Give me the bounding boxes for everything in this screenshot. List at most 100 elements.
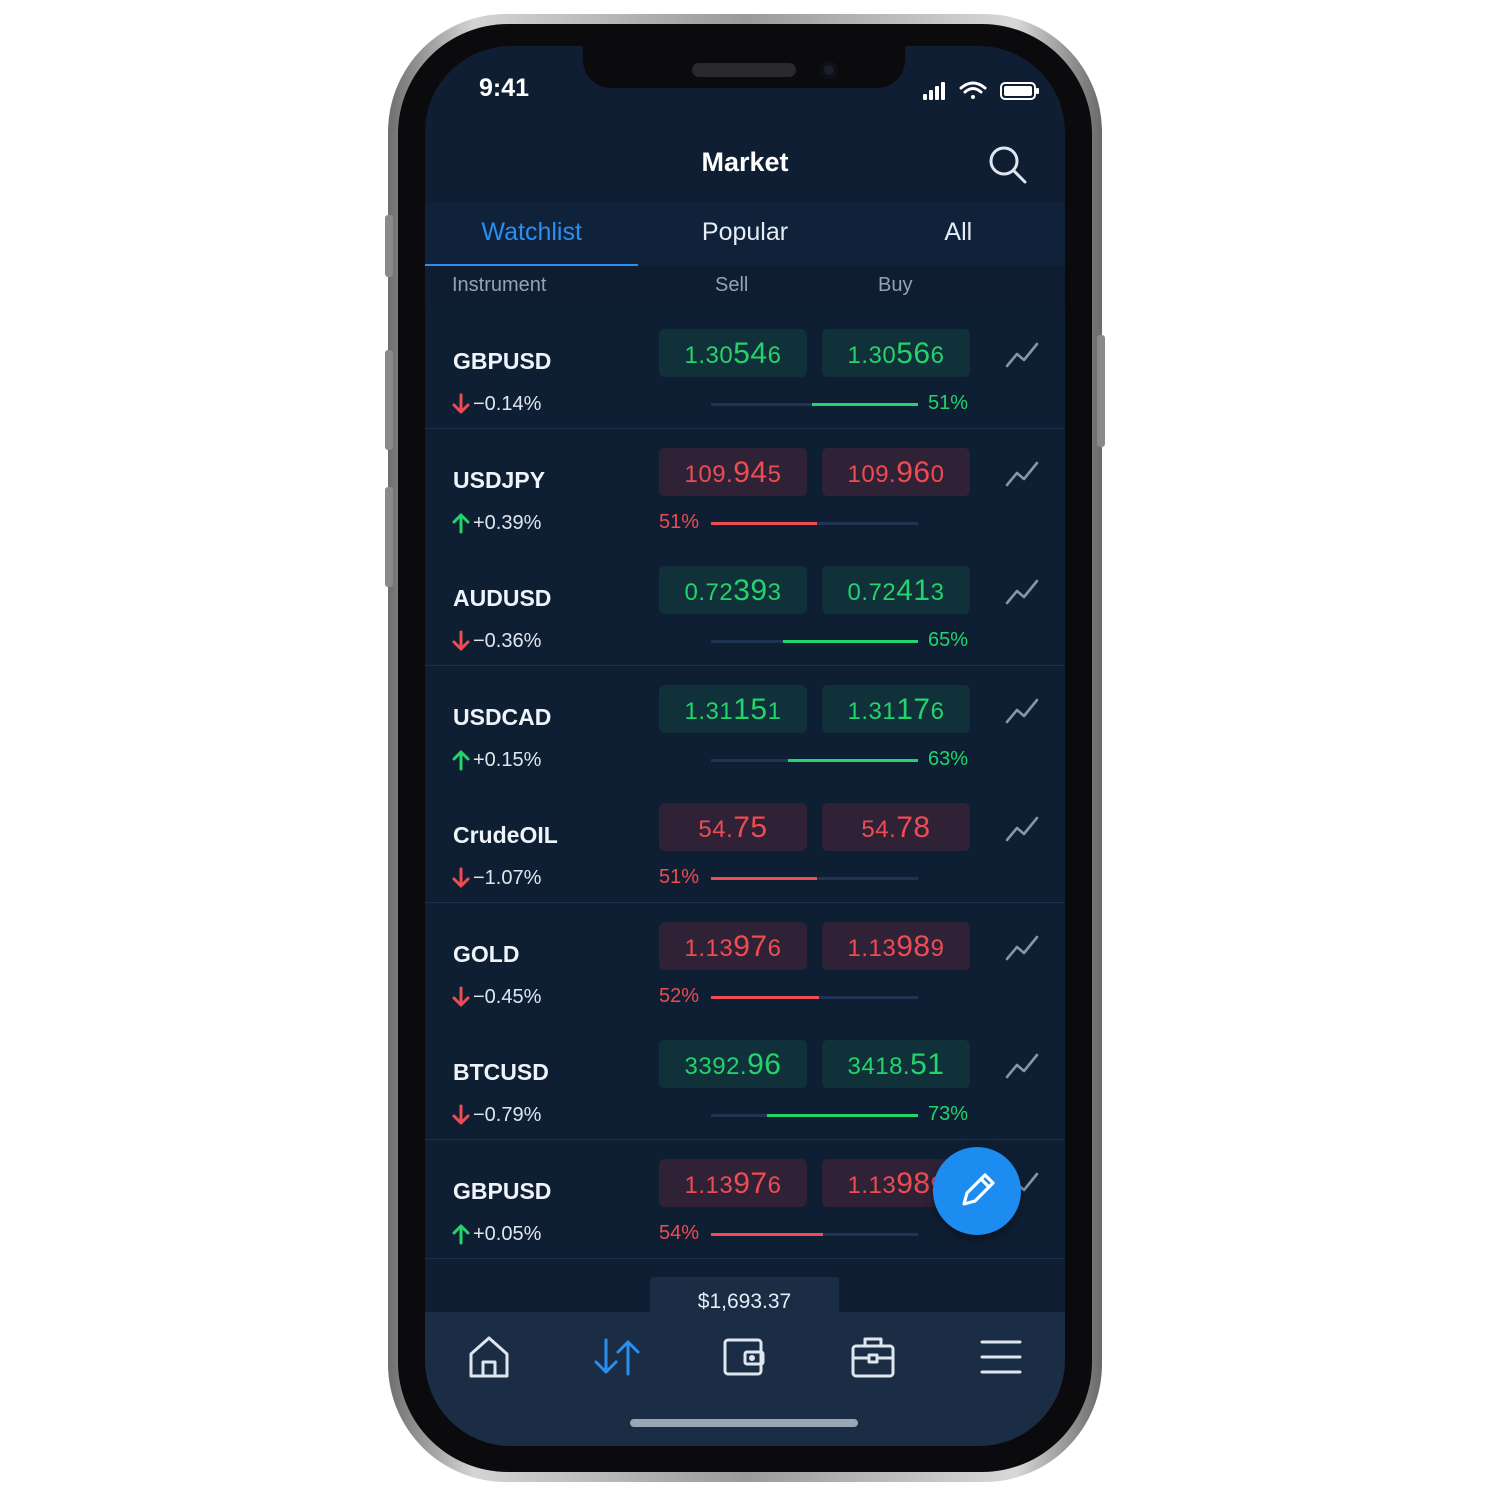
tab-watchlist[interactable]: Watchlist — [425, 202, 639, 267]
home-icon[interactable] — [465, 1334, 513, 1380]
sell-price-button[interactable]: 1.31151 — [659, 684, 807, 733]
sell-price-button[interactable]: 3392.96 — [659, 1040, 807, 1088]
sell-price-button[interactable]: 1.30546 — [659, 329, 807, 377]
tab-all[interactable]: All — [852, 202, 1065, 266]
account-balance[interactable]: $1,693.37 — [650, 1277, 839, 1317]
home-indicator[interactable] — [630, 1419, 858, 1427]
search-icon[interactable] — [987, 144, 1029, 186]
instrument-row[interactable]: USDJPY +0.39% 109.945 109.960 51% — [425, 428, 1065, 548]
percent-change: −0.79% — [473, 1104, 542, 1126]
sell-price-prefix: 1.13 — [684, 934, 734, 962]
menu-icon[interactable] — [977, 1334, 1025, 1380]
sell-price-prefix: 109. — [684, 460, 734, 488]
sell-price-fraction: 6 — [767, 1171, 782, 1199]
tab-bar: Watchlist Popular All — [425, 202, 1065, 267]
chart-icon[interactable] — [1005, 340, 1039, 370]
sell-price-fraction: 6 — [767, 934, 782, 962]
status-icons — [923, 81, 1039, 100]
sentiment-bar — [711, 1114, 918, 1117]
portfolio-briefcase-icon[interactable] — [849, 1334, 897, 1380]
sentiment-percent: 51% — [659, 866, 700, 888]
buy-price-pips: 17 — [896, 692, 931, 726]
volume-down-button — [385, 487, 393, 587]
sell-price-pips: 54 — [733, 337, 768, 370]
sell-price-pips: 97 — [733, 929, 768, 963]
buy-price-prefix: 1.13 — [847, 1171, 897, 1199]
sell-price-button[interactable]: 0.72393 — [659, 566, 807, 614]
arrow-down-icon — [452, 1104, 470, 1125]
app-screen: 9:41 Market Watchlist Popular All Instru… — [425, 46, 1065, 1446]
speaker — [692, 63, 796, 77]
chart-icon[interactable] — [1005, 459, 1039, 489]
chart-icon[interactable] — [1005, 1051, 1039, 1081]
sell-price-prefix: 0.72 — [684, 579, 734, 606]
sell-price-button[interactable]: 54.75 — [659, 803, 807, 851]
instrument-row[interactable]: CrudeOIL −1.07% 54.75 54.78 51% — [425, 784, 1065, 903]
buy-price-button[interactable]: 109.960 — [822, 447, 970, 496]
buy-price-button[interactable]: 3418.51 — [822, 1040, 970, 1088]
sell-price-pips: 97 — [733, 1166, 768, 1200]
sell-price-button[interactable]: 1.13976 — [659, 1158, 807, 1207]
buy-price-button[interactable]: 1.30566 — [822, 329, 970, 377]
chart-icon[interactable] — [1005, 577, 1039, 607]
buy-price-fraction: 0 — [930, 460, 945, 488]
instrument-name: GOLD — [453, 940, 520, 967]
sentiment-bar-fill — [711, 1232, 823, 1236]
signal-icon — [923, 82, 945, 100]
sentiment-percent: 63% — [928, 747, 969, 770]
buy-price-button[interactable]: 0.72413 — [822, 566, 970, 614]
buy-price-prefix: 3418. — [847, 1053, 911, 1080]
sentiment-percent: 52% — [659, 984, 700, 1007]
buy-price-button[interactable]: 1.31176 — [822, 684, 970, 733]
battery-icon — [1000, 82, 1039, 100]
sentiment-bar — [711, 1232, 918, 1236]
sentiment-percent: 51% — [928, 392, 969, 414]
buy-price-pips: 98 — [896, 929, 931, 963]
trade-arrows-icon[interactable] — [592, 1334, 640, 1380]
sentiment-bar-fill — [711, 995, 819, 999]
sentiment-bar-fill — [788, 758, 918, 762]
sell-price-pips: 94 — [733, 455, 768, 489]
arrow-up-icon — [452, 750, 470, 770]
instrument-row[interactable]: GBPUSD −0.14% 1.30546 1.30566 51% — [425, 310, 1065, 429]
buy-price-prefix: 109. — [847, 460, 897, 488]
instrument-row[interactable]: BTCUSD −0.79% 3392.96 3418.51 73% — [425, 1021, 1065, 1140]
sell-price-fraction: 6 — [767, 342, 782, 369]
buy-price-pips: 96 — [896, 455, 931, 489]
front-camera — [820, 61, 838, 79]
buy-price-button[interactable]: 1.13989 — [822, 921, 970, 970]
sell-price-fraction: 1 — [767, 697, 782, 725]
status-time: 9:41 — [479, 74, 530, 102]
sell-price-button[interactable]: 109.945 — [659, 447, 807, 496]
sell-price-prefix: 3392. — [684, 1053, 748, 1080]
sentiment-percent: 54% — [659, 1221, 700, 1244]
instrument-row[interactable]: GOLD −0.45% 1.13976 1.13989 52% — [425, 902, 1065, 1022]
instrument-row[interactable]: USDCAD +0.15% 1.31151 1.31176 63% — [425, 665, 1065, 785]
tab-popular[interactable]: Popular — [638, 202, 851, 266]
sentiment-bar — [711, 521, 918, 525]
sell-price-pips: 75 — [733, 811, 768, 844]
sentiment-bar-fill — [812, 403, 918, 406]
chart-icon[interactable] — [1005, 933, 1039, 963]
arrow-up-icon — [452, 1224, 470, 1244]
sentiment-bar — [711, 640, 918, 643]
buy-price-pips: 41 — [896, 574, 931, 607]
instrument-name: AUDUSD — [453, 585, 552, 611]
sell-price-button[interactable]: 1.13976 — [659, 921, 807, 970]
buy-price-button[interactable]: 54.78 — [822, 803, 970, 851]
sell-price-pips: 96 — [747, 1048, 782, 1081]
sentiment-bar — [711, 758, 918, 762]
instrument-row[interactable]: AUDUSD −0.36% 0.72393 0.72413 65% — [425, 547, 1065, 666]
wallet-icon[interactable] — [721, 1334, 769, 1380]
instrument-name: GBPUSD — [453, 1177, 552, 1204]
sell-price-fraction: 3 — [767, 579, 782, 606]
edit-watchlist-button[interactable] — [933, 1147, 1021, 1235]
sell-price-prefix: 1.13 — [684, 1171, 734, 1199]
chart-icon[interactable] — [1005, 814, 1039, 844]
buy-price-pips: 56 — [896, 337, 931, 370]
instrument-name: USDJPY — [453, 466, 546, 493]
sentiment-percent: 51% — [659, 510, 700, 533]
pencil-icon — [962, 1173, 995, 1206]
power-button — [1097, 335, 1105, 447]
chart-icon[interactable] — [1005, 696, 1039, 726]
